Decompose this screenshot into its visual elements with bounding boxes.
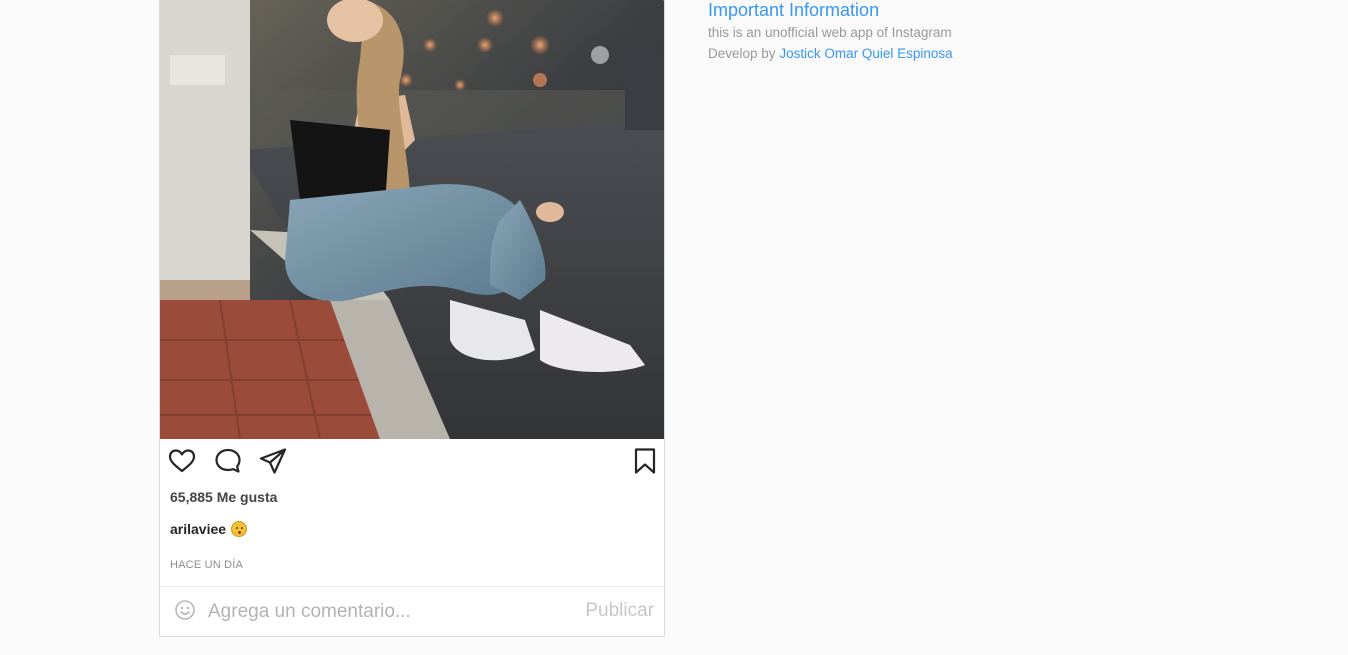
paper-plane-icon[interactable] [258, 446, 288, 476]
info-panel: Important Information this is an unoffic… [708, 0, 953, 62]
caption-username[interactable]: arilaviee [170, 521, 226, 537]
developer-link[interactable]: Jostick Omar Quiel Espinosa [779, 46, 952, 61]
info-title: Important Information [708, 0, 880, 20]
post-timestamp: HACE UN DÍA [170, 559, 244, 571]
post-image [160, 0, 664, 439]
bookmark-icon[interactable] [630, 446, 660, 476]
kissing-face-emoji-icon [231, 521, 248, 537]
comment-icon[interactable] [213, 446, 243, 476]
likes-count[interactable]: 65,885 Me gusta [170, 489, 277, 505]
post-photo[interactable] [160, 0, 664, 439]
smiley-icon[interactable] [174, 599, 196, 621]
comment-input[interactable] [208, 597, 568, 627]
heart-icon[interactable] [167, 446, 197, 476]
comment-bar: Publicar [160, 586, 664, 636]
post-caption: arilaviee [170, 521, 248, 537]
credits-prefix: Develop by [708, 46, 776, 61]
info-credits: Develop by Jostick Omar Quiel Espinosa [708, 45, 953, 62]
post-actions [160, 446, 664, 476]
publish-button[interactable]: Publicar [585, 600, 654, 622]
post-card: 65,885 Me gusta arilaviee HACE UN DÍA Pu… [159, 0, 665, 637]
info-disclaimer: this is an unofficial web app of Instagr… [708, 25, 952, 40]
